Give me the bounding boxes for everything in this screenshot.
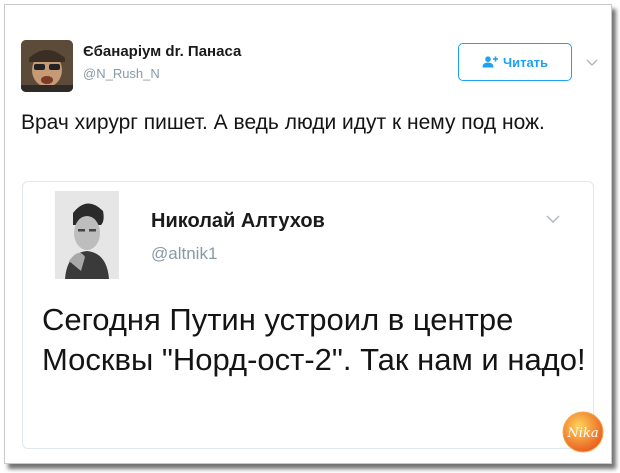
avatar[interactable] bbox=[21, 40, 73, 92]
quoted-tweet[interactable]: Николай Алтухов @altnik1 Сегодня Путин у… bbox=[22, 181, 594, 449]
svg-text:Nika: Nika bbox=[566, 426, 598, 441]
user-handle[interactable]: @N_Rush_N bbox=[83, 66, 160, 81]
follow-button-label: Читать bbox=[502, 54, 549, 70]
quoted-display-name[interactable]: Николай Алтухов bbox=[151, 210, 325, 233]
quoted-avatar[interactable] bbox=[55, 191, 119, 279]
tweet-text: Врач хирург пишет. А ведь люди идут к не… bbox=[21, 111, 545, 134]
tweet-card: Єбанаріум dr. Панаса @N_Rush_N Читать Вр… bbox=[4, 4, 612, 464]
avatar-photo bbox=[21, 40, 73, 92]
quoted-user-handle[interactable]: @altnik1 bbox=[151, 244, 217, 264]
display-name[interactable]: Єбанаріум dr. Панаса bbox=[83, 43, 241, 60]
chevron-down-icon[interactable] bbox=[585, 55, 599, 69]
watermark-logo: Nika bbox=[561, 410, 605, 454]
follow-button[interactable]: Читать bbox=[458, 43, 572, 81]
add-user-icon bbox=[482, 56, 498, 68]
quoted-tweet-text: Сегодня Путин устроил в центре Москвы "Н… bbox=[42, 302, 586, 377]
quoted-avatar-photo bbox=[55, 191, 119, 279]
chevron-down-icon[interactable] bbox=[545, 212, 561, 224]
